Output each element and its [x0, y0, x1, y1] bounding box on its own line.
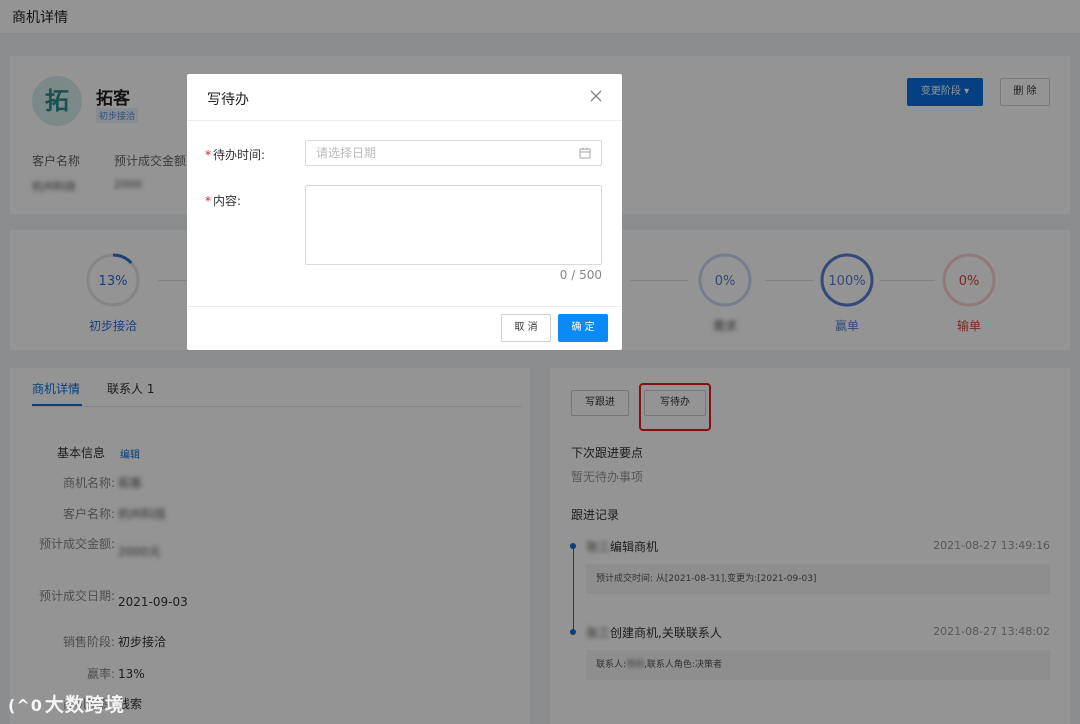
watermark-logo: (^0 大数跨境 — [8, 690, 125, 717]
logo-mark-icon: (^0 — [8, 696, 43, 715]
cancel-button[interactable]: 取 消 — [501, 314, 551, 342]
dialog-header-divider — [187, 120, 622, 121]
char-counter: 0 / 500 — [559, 268, 602, 282]
content-textarea[interactable] — [305, 185, 602, 265]
required-mark: * — [205, 148, 211, 162]
dialog-footer-divider — [187, 306, 622, 307]
date-picker-input[interactable] — [305, 140, 602, 166]
required-mark: * — [205, 194, 211, 208]
confirm-button[interactable]: 确 定 — [558, 314, 608, 342]
todo-time-label: * 待办时间: — [205, 148, 266, 162]
content-label: * 内容: — [205, 194, 242, 208]
write-todo-dialog: 写待办 *待办时间: *内容: 0 / 500 取 消 确 定 — [187, 74, 622, 350]
calendar-icon — [579, 147, 591, 159]
watermark-text: 大数跨境 — [44, 694, 125, 716]
dialog-title: 写待办 — [207, 92, 249, 108]
close-icon[interactable] — [588, 88, 604, 104]
